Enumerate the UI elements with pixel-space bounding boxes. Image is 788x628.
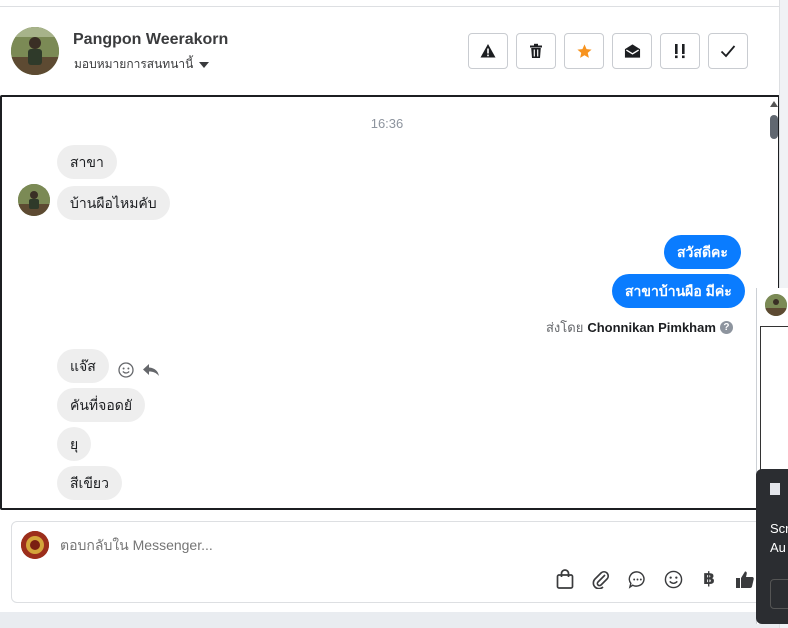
chat-bubble-icon [628, 570, 645, 589]
incoming-message[interactable]: แจ๊ส [57, 349, 109, 383]
contact-avatar[interactable] [11, 27, 59, 75]
conversation-actions [468, 33, 748, 69]
outgoing-message[interactable]: สวัสดีคะ [664, 235, 741, 269]
shop-bag-button[interactable] [554, 568, 576, 590]
assign-conversation-label: มอบหมายการสนทนานี้ [74, 57, 194, 71]
star-button[interactable] [564, 33, 604, 69]
attach-button[interactable] [590, 568, 612, 590]
contact-message-avatar [18, 184, 50, 216]
trash-icon [530, 43, 542, 58]
incoming-message[interactable]: สาขา [57, 145, 117, 179]
scrollbar-thumb[interactable] [770, 115, 778, 139]
payment-button[interactable]: ฿ [698, 568, 720, 590]
reply-input[interactable] [60, 537, 660, 553]
incoming-message[interactable]: ยุ [57, 427, 92, 461]
notification-popup[interactable]: Scr Au [756, 469, 788, 624]
outgoing-message[interactable]: สาขาบ้านผือ มีค่ะ [612, 274, 745, 308]
side-contact-avatar [765, 294, 787, 316]
mark-unread-button[interactable] [612, 33, 652, 69]
follow-up-icon [675, 44, 685, 59]
paperclip-icon [592, 570, 610, 589]
contact-name[interactable]: Pangpon Weerakorn [73, 31, 228, 49]
message-hover-tools [118, 362, 160, 378]
reply-arrow-icon[interactable] [142, 362, 160, 378]
report-spam-button[interactable] [468, 33, 508, 69]
emoji-button[interactable] [662, 568, 684, 590]
reply-composer: ฿ [11, 521, 773, 603]
delete-button[interactable] [516, 33, 556, 69]
scroll-up-arrow-icon[interactable] [770, 101, 778, 107]
star-icon [576, 43, 592, 58]
page-avatar [21, 531, 49, 559]
help-icon[interactable]: ? [719, 321, 733, 334]
mark-unread-icon [624, 44, 640, 58]
follow-up-button[interactable] [660, 33, 700, 69]
incoming-message[interactable]: สีเขียว [57, 466, 122, 500]
thumbs-up-icon [736, 571, 754, 588]
notification-line-2: Au [770, 540, 786, 555]
done-check-icon [720, 45, 736, 58]
react-emoji-icon[interactable] [118, 362, 134, 378]
shopping-bag-icon [556, 569, 574, 589]
caret-down-icon [199, 62, 210, 68]
messenger-inbox-app: Pangpon Weerakorn มอบหมายการสนทนานี้ 16:… [0, 0, 780, 628]
sent-by-prefix: ส่งโดย [546, 320, 584, 335]
warning-icon [480, 44, 496, 58]
like-button[interactable] [734, 568, 756, 590]
notification-line-1: Scr [770, 521, 788, 536]
message-thread[interactable]: 16:36 สาขา บ้านผือไหมคับ สวัสดีคะ สาขาบ้… [0, 95, 780, 510]
app-icon [770, 483, 780, 495]
assign-conversation-dropdown[interactable]: มอบหมายการสนทนานี้ [74, 55, 210, 74]
emoji-icon [664, 570, 682, 588]
incoming-message[interactable]: บ้านผือไหมคับ [57, 186, 170, 220]
conversation-header: Pangpon Weerakorn มอบหมายการสนทนานี้ [0, 7, 780, 95]
composer-tools: ฿ [554, 568, 756, 590]
mark-done-button[interactable] [708, 33, 748, 69]
saved-replies-button[interactable] [626, 568, 648, 590]
message-timestamp: 16:36 [370, 116, 404, 131]
notification-action-button[interactable] [770, 579, 788, 609]
side-card-content [760, 326, 788, 471]
sent-by-label: ส่งโดย Chonnikan Pimkham ? [546, 317, 733, 338]
incoming-message[interactable]: คันที่จอดยั [57, 388, 146, 422]
bottom-strip [0, 612, 780, 628]
sent-by-agent-name: Chonnikan Pimkham [587, 320, 716, 335]
